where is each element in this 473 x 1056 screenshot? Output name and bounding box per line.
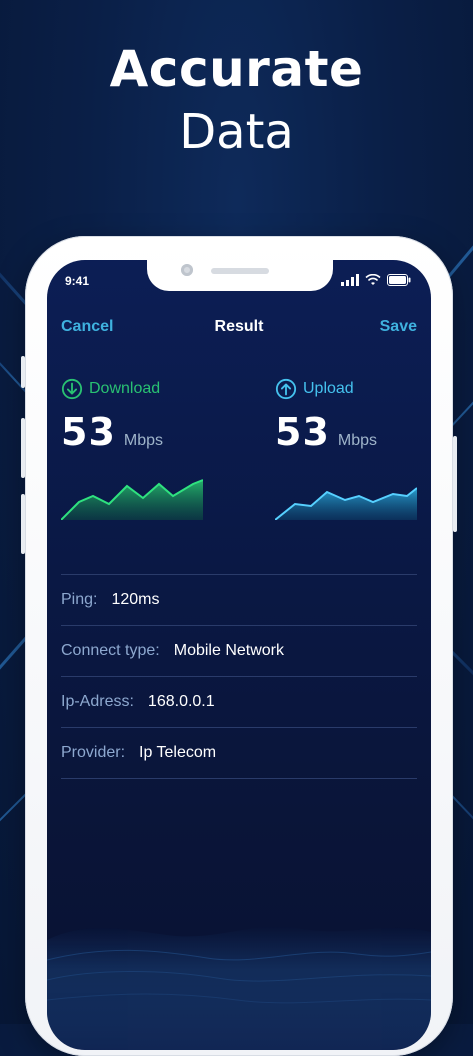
status-icons	[341, 274, 411, 286]
upload-value-row: 53 Mbps	[275, 410, 425, 454]
connect-type-value: Mobile Network	[173, 642, 284, 659]
download-metric: Download 53 Mbps	[61, 378, 211, 528]
arrow-up-circle-icon	[275, 378, 297, 400]
status-bar: 9:41	[47, 272, 431, 292]
signal-icon	[341, 274, 359, 286]
upload-value: 53	[275, 410, 330, 454]
upload-label: Upload	[303, 380, 354, 397]
provider-label: Provider:	[61, 744, 126, 761]
headline: Accurate Data	[0, 40, 473, 162]
upload-sparkline	[275, 487, 417, 520]
upload-unit: Mbps	[337, 432, 378, 449]
headline-data: Data	[179, 104, 294, 160]
upload-header: Upload	[275, 378, 425, 400]
phone-side-button-left-top	[21, 356, 25, 388]
page-title: Result	[214, 318, 264, 335]
wave-mesh-decoration	[47, 926, 431, 1050]
phone-frame: 9:41 Cancel Result Save Download 53 Mbps…	[21, 236, 457, 1056]
phone-side-button-left-low	[21, 494, 25, 554]
info-row-connect-type: Connect type: Mobile Network	[61, 625, 417, 676]
phone-screen: 9:41 Cancel Result Save Download 53 Mbps…	[47, 260, 431, 1050]
info-row-ping: Ping: 120ms	[61, 574, 417, 625]
battery-icon	[387, 274, 411, 286]
download-sparkline	[61, 479, 203, 520]
download-unit: Mbps	[123, 432, 164, 449]
phone-side-button-right	[453, 436, 457, 532]
arrow-down-circle-icon	[61, 378, 83, 400]
phone-side-button-left-mid	[21, 418, 25, 478]
headline-accurate: Accurate	[109, 40, 364, 98]
ping-label: Ping:	[61, 591, 98, 608]
download-label: Download	[89, 380, 161, 397]
ip-address-label: Ip-Adress:	[61, 693, 134, 710]
save-button[interactable]: Save	[380, 318, 417, 336]
download-value-row: 53 Mbps	[61, 410, 211, 454]
download-header: Download	[61, 378, 211, 400]
nav-bar: Cancel Result Save	[47, 318, 431, 342]
info-row-provider: Provider: Ip Telecom	[61, 727, 417, 779]
ping-value: 120ms	[111, 591, 160, 608]
info-row-ip-address: Ip-Adress: 168.0.0.1	[61, 676, 417, 727]
provider-value: Ip Telecom	[139, 744, 217, 761]
speed-metrics: Download 53 Mbps Upload 53 Mbps	[61, 378, 417, 528]
status-time: 9:41	[65, 274, 90, 288]
ip-address-value: 168.0.0.1	[147, 693, 215, 710]
upload-metric: Upload 53 Mbps	[275, 378, 425, 528]
wifi-icon	[365, 274, 381, 285]
download-value: 53	[61, 410, 116, 454]
connect-type-label: Connect type:	[61, 642, 160, 659]
info-list: Ping: 120ms Connect type: Mobile Network…	[61, 574, 417, 779]
